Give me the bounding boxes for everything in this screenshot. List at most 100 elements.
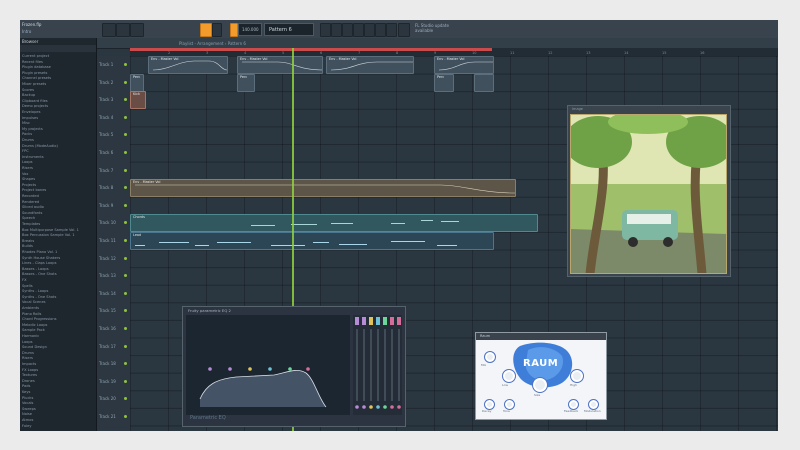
picture-viewer-window[interactable]: Image [567, 105, 731, 277]
browser-item[interactable]: Misc [22, 121, 30, 125]
browser-item[interactable]: Clipboard files [22, 99, 48, 103]
browser-item[interactable]: Speech [22, 216, 35, 220]
audio-clip[interactable]: Perc [434, 73, 454, 92]
track-mute-led[interactable] [124, 115, 127, 119]
track-label[interactable]: Track 6 [99, 150, 113, 155]
browser-item[interactable]: FX Loops [22, 368, 38, 372]
browser-item[interactable]: Demo projects [22, 104, 48, 108]
piano-roll-icon[interactable] [331, 23, 342, 37]
track-mute-led[interactable] [124, 221, 127, 225]
browser-item[interactable]: Backup [22, 93, 35, 97]
browser-item[interactable]: Plugin presets [22, 71, 47, 75]
browser-item[interactable]: Drums [22, 138, 34, 142]
browser-item[interactable]: Lines - Claps Loops [22, 261, 56, 265]
audio-clip[interactable]: Perc [130, 73, 144, 92]
browser-item[interactable]: Impulses [22, 116, 38, 120]
track-mute-led[interactable] [124, 168, 127, 172]
track-mute-led[interactable] [124, 98, 127, 102]
browser-item[interactable]: Keys [22, 390, 30, 394]
track-label[interactable]: Track 15 [99, 308, 116, 313]
browser-item[interactable]: Risers [22, 166, 33, 170]
browser-item[interactable]: Drums [22, 351, 34, 355]
track-label[interactable]: Track 1 [99, 62, 113, 67]
browser-icon[interactable] [364, 23, 375, 37]
browser-item[interactable]: Box Multipurpose Sample Vol. 1 [22, 228, 79, 232]
browser-item[interactable]: FX [22, 278, 27, 282]
browser-toolbar[interactable] [20, 45, 96, 52]
track-label[interactable]: Track 17 [99, 344, 116, 349]
loop-region[interactable] [130, 48, 492, 51]
stop-button[interactable] [116, 23, 130, 37]
track-mute-led[interactable] [124, 151, 127, 154]
browser-item[interactable]: Melodic Loops [22, 323, 47, 327]
browser-item[interactable]: Vox [22, 172, 28, 176]
browser-item[interactable]: Current project [22, 54, 49, 58]
track-label[interactable]: Track 3 [99, 97, 113, 102]
browser-item[interactable]: Loops [22, 340, 33, 344]
eq-spectrum-display[interactable]: Parametric EQ [186, 315, 350, 421]
browser-item[interactable]: Mixer presets [22, 82, 46, 86]
track-label[interactable]: Track 19 [99, 379, 116, 384]
browser-item[interactable]: Vocal Scenes [22, 300, 46, 304]
track-label[interactable]: Track 18 [99, 361, 116, 366]
browser-item[interactable]: Chord Progressions [22, 317, 57, 321]
track-mute-led[interactable] [124, 291, 127, 295]
browser-item[interactable]: Noise [22, 412, 32, 416]
play-button[interactable] [102, 23, 116, 37]
snap-button[interactable] [230, 23, 238, 37]
browser-item[interactable]: Templates [22, 222, 40, 226]
browser-item[interactable]: Spells [22, 284, 33, 288]
browser-item[interactable]: Synths - One Shots [22, 295, 56, 299]
browser-item[interactable]: Sliced audio [22, 205, 44, 209]
low-knob[interactable] [502, 369, 516, 383]
track-label[interactable]: Track 5 [99, 132, 113, 137]
track-label[interactable]: Track 9 [99, 203, 113, 208]
plugin-picker-icon[interactable] [375, 23, 386, 37]
browser-item[interactable]: Packs [22, 132, 32, 136]
browser-item[interactable]: Drums (ModeAudio) [22, 144, 58, 148]
parametric-eq-window[interactable]: Fruity parametric EQ 2 Parametric EQ [182, 306, 406, 427]
browser-item[interactable]: Plucks [22, 396, 33, 400]
timeline-ruler[interactable]: 2 3 4 5 6 7 8 9 10 11 12 13 14 15 16 [130, 48, 778, 56]
browser-item[interactable]: Breaks [22, 239, 34, 243]
browser-item[interactable]: Synths - Loops [22, 289, 48, 293]
track-label[interactable]: Track 13 [99, 273, 116, 278]
track-label[interactable]: Track 21 [99, 414, 116, 419]
channel-rack-icon[interactable] [342, 23, 353, 37]
track-label[interactable]: Track 14 [99, 291, 116, 296]
mixer-icon[interactable] [353, 23, 364, 37]
browser-item[interactable]: Impacts [22, 362, 36, 366]
browser-item[interactable]: Risers [22, 356, 33, 360]
track-mute-led[interactable] [124, 344, 127, 348]
browser-item[interactable]: Ambients [22, 306, 39, 310]
browser-item[interactable]: Scores [22, 88, 34, 92]
browser-item[interactable]: Pads [22, 384, 30, 388]
track-mute-led[interactable] [124, 80, 127, 84]
automation-clip[interactable]: Env - Master Vol [434, 56, 494, 74]
raum-reverb-window[interactable]: Raum RAUM Mix Low High Size Decay Tone F… [475, 332, 607, 420]
browser-item[interactable]: Shapes [22, 177, 35, 181]
browser-item[interactable]: Piano Rolls [22, 312, 41, 316]
track-mute-led[interactable] [124, 379, 127, 383]
track-mute-led[interactable] [124, 397, 127, 401]
browser-item[interactable]: Projects [22, 183, 36, 187]
eq-band-controls[interactable] [353, 315, 402, 415]
browser-item[interactable]: Textures [22, 373, 37, 377]
browser-item[interactable]: Project bones [22, 188, 46, 192]
browser-item[interactable]: Box Percussion Sample Vol. 1 [22, 233, 75, 237]
automation-clip[interactable]: Env - Master Vol [326, 56, 414, 74]
browser-item[interactable]: Channel presets [22, 76, 51, 80]
browser-item[interactable]: Drones [22, 379, 35, 383]
track-mute-led[interactable] [124, 274, 127, 278]
track-mute-led[interactable] [124, 362, 127, 366]
tempo-display[interactable]: 140.000 [238, 23, 262, 36]
browser-item[interactable]: Sound Design [22, 345, 47, 349]
song-mode-button[interactable] [200, 23, 212, 37]
browser-item[interactable]: Envelopes [22, 110, 40, 114]
track-mute-led[interactable] [124, 203, 127, 207]
track-label[interactable]: Track 4 [99, 115, 113, 120]
browser-item[interactable]: Soundfonts [22, 211, 42, 215]
browser-item[interactable]: Harmonic [22, 334, 39, 338]
high-knob[interactable] [570, 369, 584, 383]
track-label[interactable]: Track 7 [99, 168, 113, 173]
